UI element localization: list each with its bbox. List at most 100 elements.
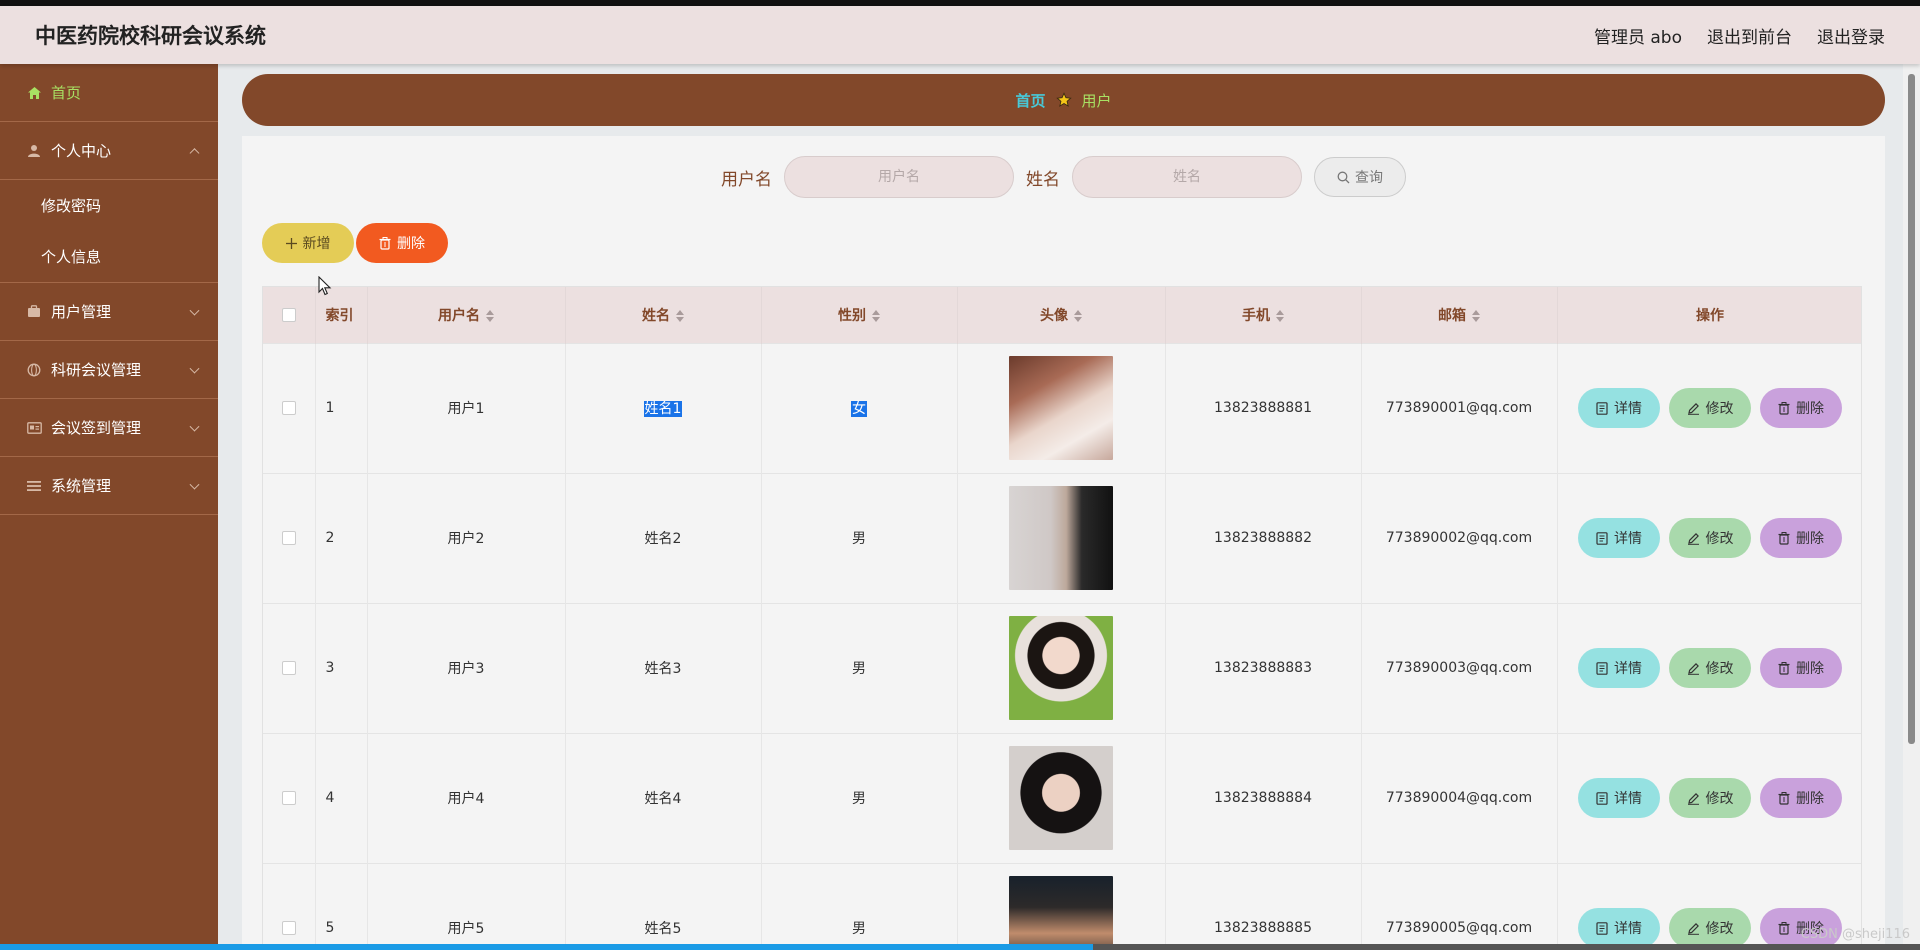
column-header-email[interactable]: 邮箱 bbox=[1361, 287, 1558, 343]
detail-label: 详情 bbox=[1614, 661, 1642, 677]
select-all-checkbox[interactable] bbox=[281, 307, 296, 322]
edit-button[interactable]: 修改 bbox=[1669, 778, 1751, 818]
edit-label: 修改 bbox=[1705, 921, 1734, 938]
row-gender-cell: 男 bbox=[761, 473, 958, 603]
row-actions: 详情 修改 删除 bbox=[1557, 343, 1861, 473]
edit-label: 修改 bbox=[1705, 401, 1734, 417]
chevron-down-icon bbox=[189, 421, 200, 432]
sidebar: 首页 个人中心 修改密码 个人信息 用户管理 科研会议管理 会议签到管理 系统管… bbox=[0, 64, 218, 950]
edit-button[interactable]: 修改 bbox=[1669, 518, 1751, 558]
detail-button[interactable]: 详情 bbox=[1578, 908, 1660, 949]
detail-button[interactable]: 详情 bbox=[1578, 518, 1660, 558]
row-select-cell bbox=[263, 863, 316, 950]
detail-button[interactable]: 详情 bbox=[1578, 648, 1660, 688]
home-icon bbox=[26, 85, 42, 101]
avatar[interactable] bbox=[1009, 876, 1113, 950]
detail-button[interactable]: 详情 bbox=[1578, 778, 1660, 818]
user-icon bbox=[26, 143, 42, 159]
sort-icon[interactable] bbox=[872, 309, 880, 322]
sidebar-item-label: 首页 bbox=[51, 84, 82, 102]
username-label: 用户名 bbox=[721, 169, 772, 190]
trash-icon bbox=[1778, 531, 1790, 545]
query-button[interactable]: 查询 bbox=[1314, 157, 1406, 197]
row-email: 773890004@qq.com bbox=[1361, 733, 1558, 863]
row-checkbox[interactable] bbox=[281, 531, 296, 545]
batch-delete-label: 删除 bbox=[397, 236, 425, 252]
sidebar-item-personal[interactable]: 个人中心 bbox=[0, 122, 218, 180]
delete-button[interactable]: 删除 bbox=[1760, 648, 1842, 688]
user-list-panel: 用户名 姓名 查询 新增 删除 bbox=[242, 136, 1885, 950]
chevron-down-icon bbox=[189, 479, 200, 490]
row-gender: 男 bbox=[852, 661, 866, 677]
sidebar-item-signin-mgmt[interactable]: 会议签到管理 bbox=[0, 399, 218, 457]
breadcrumb-home-link[interactable]: 首页 bbox=[1015, 90, 1045, 111]
edit-button[interactable]: 修改 bbox=[1669, 648, 1751, 688]
row-name: 姓名3 bbox=[644, 661, 682, 677]
row-select-cell bbox=[263, 473, 316, 603]
trash-icon bbox=[1778, 921, 1790, 935]
batch-delete-button[interactable]: 删除 bbox=[356, 223, 448, 263]
sidebar-item-meeting-mgmt[interactable]: 科研会议管理 bbox=[0, 341, 218, 399]
row-actions: 详情 修改 删除 bbox=[1557, 473, 1861, 603]
sidebar-item-system-mgmt[interactable]: 系统管理 bbox=[0, 457, 218, 515]
sort-icon[interactable] bbox=[1074, 309, 1082, 322]
query-button-label: 查询 bbox=[1355, 170, 1383, 186]
row-checkbox[interactable] bbox=[281, 791, 296, 805]
row-checkbox[interactable] bbox=[281, 921, 296, 936]
column-header-gender[interactable]: 性别 bbox=[761, 287, 958, 343]
row-name-cell: 姓名5 bbox=[565, 863, 762, 950]
delete-button[interactable]: 删除 bbox=[1760, 388, 1842, 428]
row-gender: 男 bbox=[852, 531, 866, 547]
edit-button[interactable]: 修改 bbox=[1669, 908, 1751, 949]
row-gender-cell: 男 bbox=[761, 603, 958, 733]
delete-button[interactable]: 删除 bbox=[1760, 518, 1842, 558]
mouse-cursor-icon bbox=[318, 275, 332, 300]
pencil-icon bbox=[1687, 792, 1700, 805]
sidebar-item-home[interactable]: 首页 bbox=[0, 64, 218, 122]
add-button[interactable]: 新增 bbox=[262, 223, 354, 263]
avatar[interactable] bbox=[1009, 486, 1113, 590]
main-content: 首页 用户 用户名 姓名 查询 新增 bbox=[218, 64, 1903, 950]
back-to-front-link[interactable]: 退出到前台 bbox=[1707, 23, 1792, 48]
row-name-cell: 姓名1 bbox=[565, 343, 762, 473]
avatar[interactable] bbox=[1009, 356, 1113, 460]
sidebar-item-change-password[interactable]: 修改密码 bbox=[0, 180, 218, 231]
sidebar-item-user-mgmt[interactable]: 用户管理 bbox=[0, 283, 218, 341]
row-checkbox[interactable] bbox=[281, 661, 296, 675]
avatar[interactable] bbox=[1009, 746, 1113, 850]
row-actions: 详情 修改 删除 bbox=[1557, 733, 1861, 863]
column-header-phone[interactable]: 手机 bbox=[1165, 287, 1362, 343]
table-row: 4 用户4 姓名4 男 13823888884 773890004@qq.com 详情 修改 删… bbox=[263, 733, 1861, 863]
column-header-name[interactable]: 姓名 bbox=[565, 287, 762, 343]
username-search-input[interactable] bbox=[784, 156, 1014, 198]
document-icon bbox=[1596, 791, 1608, 805]
sort-icon[interactable] bbox=[1472, 309, 1480, 322]
document-icon bbox=[1596, 661, 1608, 675]
row-name-cell: 姓名4 bbox=[565, 733, 762, 863]
name-label: 姓名 bbox=[1026, 169, 1060, 190]
sort-icon[interactable] bbox=[676, 309, 684, 322]
page-scrollbar[interactable] bbox=[1903, 64, 1920, 950]
edit-button[interactable]: 修改 bbox=[1669, 388, 1751, 428]
avatar[interactable] bbox=[1009, 616, 1113, 720]
scrollbar-thumb[interactable] bbox=[1908, 74, 1915, 744]
row-checkbox[interactable] bbox=[281, 401, 296, 415]
sort-icon[interactable] bbox=[486, 309, 494, 322]
pencil-icon bbox=[1687, 922, 1700, 935]
name-search-input[interactable] bbox=[1072, 156, 1302, 198]
logout-link[interactable]: 退出登录 bbox=[1817, 23, 1885, 48]
column-header-username[interactable]: 用户名 bbox=[367, 287, 566, 343]
pencil-icon bbox=[1687, 402, 1700, 415]
column-header-avatar[interactable]: 头像 bbox=[957, 287, 1166, 343]
sidebar-item-profile[interactable]: 个人信息 bbox=[0, 231, 218, 282]
current-user-label: 管理员 abo bbox=[1593, 27, 1682, 48]
sidebar-submenu-personal: 修改密码 个人信息 bbox=[0, 180, 218, 283]
document-icon bbox=[1596, 921, 1608, 935]
video-progress-bar[interactable] bbox=[0, 944, 1920, 950]
row-name-cell: 姓名2 bbox=[565, 473, 762, 603]
table-row: 5 用户5 姓名5 男 13823888885 773890005@qq.com 详情 修改删… bbox=[263, 863, 1861, 950]
row-gender: 女 bbox=[851, 401, 867, 417]
delete-button[interactable]: 删除 bbox=[1760, 778, 1842, 818]
sort-icon[interactable] bbox=[1276, 309, 1284, 322]
detail-button[interactable]: 详情 bbox=[1578, 388, 1660, 428]
